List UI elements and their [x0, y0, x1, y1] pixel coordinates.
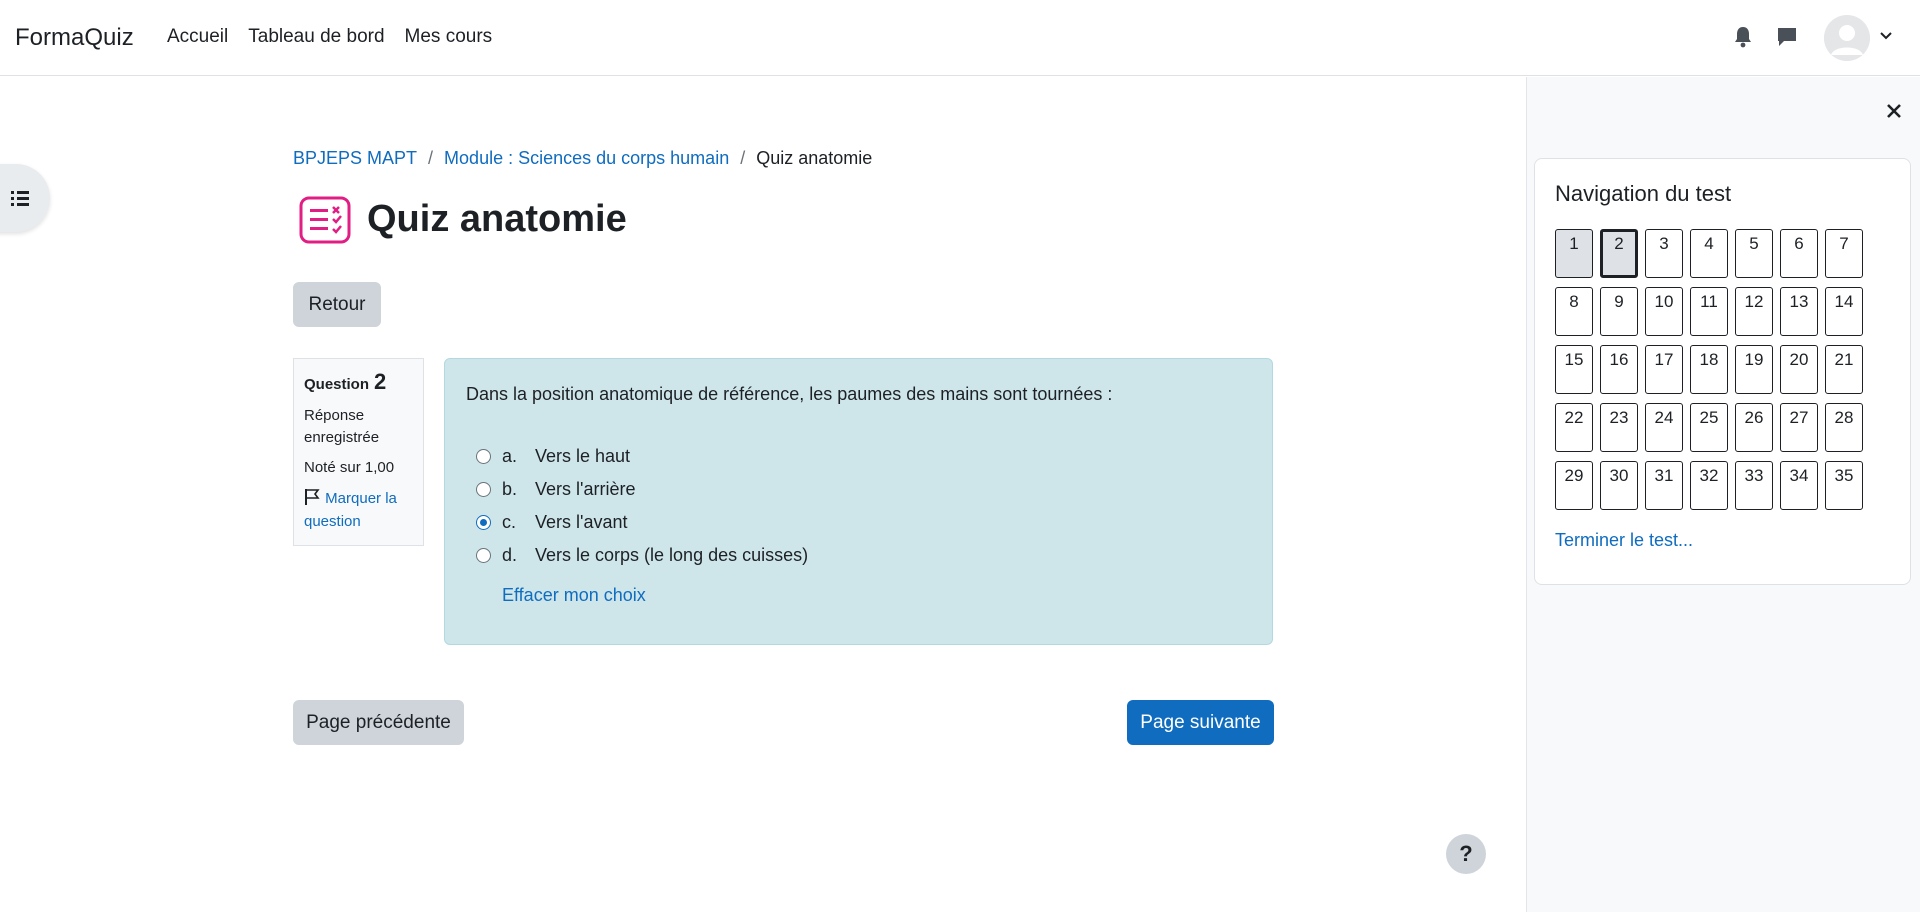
flag-question-link[interactable]: Marquer la question: [304, 487, 413, 533]
answer-option-b[interactable]: b. Vers l'arrière: [476, 479, 635, 500]
quiz-nav-button-27[interactable]: 27: [1780, 403, 1818, 452]
question-grade: Noté sur 1,00: [304, 459, 395, 476]
clear-choice-link[interactable]: Effacer mon choix: [502, 585, 646, 606]
answer-radio-c[interactable]: [476, 515, 491, 530]
quiz-nav-button-32[interactable]: 32: [1690, 461, 1728, 510]
quiz-nav-button-2[interactable]: 2: [1600, 229, 1638, 278]
answer-option-d[interactable]: d. Vers le corps (le long des cuisses): [476, 545, 808, 566]
quiz-navigation-block: Navigation du test 1 2 3 4 5 6 7 8 9 10 11 12 13 14 15…: [1534, 158, 1911, 585]
quiz-nav-button-18[interactable]: 18: [1690, 345, 1728, 394]
question-label: Question: [304, 376, 370, 393]
quiz-nav-button-35[interactable]: 35: [1825, 461, 1863, 510]
answer-letter: c.: [502, 512, 517, 532]
quiz-nav-button-17[interactable]: 17: [1645, 345, 1683, 394]
quiz-nav-button-10[interactable]: 10: [1645, 287, 1683, 336]
top-navbar: FormaQuiz Accueil Tableau de bord Mes co…: [0, 0, 1920, 76]
flag-icon: [305, 489, 320, 505]
list-icon: [11, 191, 29, 206]
breadcrumb-current: Quiz anatomie: [756, 148, 873, 168]
quiz-navigation-title: Navigation du test: [1555, 181, 1732, 206]
quiz-nav-button-11[interactable]: 11: [1690, 287, 1728, 336]
quiz-nav-button-5[interactable]: 5: [1735, 229, 1773, 278]
site-brand[interactable]: FormaQuiz: [15, 24, 134, 52]
quiz-nav-button-3[interactable]: 3: [1645, 229, 1683, 278]
chat-icon[interactable]: [1776, 26, 1798, 48]
nav-link-mes-cours[interactable]: Mes cours: [405, 26, 493, 48]
quiz-nav-button-30[interactable]: 30: [1600, 461, 1638, 510]
course-index-toggle[interactable]: [0, 164, 50, 232]
answer-radio-d[interactable]: [476, 548, 491, 563]
quiz-nav-button-8[interactable]: 8: [1555, 287, 1593, 336]
page-title: Quiz anatomie: [367, 198, 627, 240]
quiz-nav-button-28[interactable]: 28: [1825, 403, 1863, 452]
quiz-nav-button-24[interactable]: 24: [1645, 403, 1683, 452]
answer-letter: b.: [502, 479, 518, 499]
quiz-navigation-grid: 1 2 3 4 5 6 7 8 9 10 11 12 13 14 15 16 17 18 19 20 21 22 23 24 2…: [1555, 229, 1863, 510]
quiz-nav-button-26[interactable]: 26: [1735, 403, 1773, 452]
quiz-nav-button-34[interactable]: 34: [1780, 461, 1818, 510]
avatar[interactable]: [1824, 15, 1870, 61]
answer-text: Vers l'arrière: [535, 479, 636, 499]
answer-letter: d.: [502, 545, 518, 565]
breadcrumb-bpjeps[interactable]: BPJEPS MAPT: [293, 148, 417, 169]
nav-link-accueil[interactable]: Accueil: [167, 26, 228, 48]
quiz-icon: [299, 196, 351, 244]
answer-radio-a[interactable]: [476, 449, 491, 464]
chevron-down-icon[interactable]: [1879, 31, 1893, 41]
quiz-nav-button-19[interactable]: 19: [1735, 345, 1773, 394]
quiz-nav-button-22[interactable]: 22: [1555, 403, 1593, 452]
quiz-nav-button-15[interactable]: 15: [1555, 345, 1593, 394]
quiz-nav-button-1[interactable]: 1: [1555, 229, 1593, 278]
quiz-nav-button-25[interactable]: 25: [1690, 403, 1728, 452]
quiz-nav-button-29[interactable]: 29: [1555, 461, 1593, 510]
quiz-nav-button-31[interactable]: 31: [1645, 461, 1683, 510]
quiz-nav-button-14[interactable]: 14: [1825, 287, 1863, 336]
quiz-nav-button-4[interactable]: 4: [1690, 229, 1728, 278]
quiz-nav-button-12[interactable]: 12: [1735, 287, 1773, 336]
nav-link-tableau-de-bord[interactable]: Tableau de bord: [248, 26, 384, 48]
back-button[interactable]: Retour: [293, 282, 381, 327]
answer-letter: a.: [502, 446, 518, 466]
breadcrumb-separator: /: [428, 148, 434, 168]
previous-page-button[interactable]: Page précédente: [293, 700, 464, 745]
quiz-nav-button-9[interactable]: 9: [1600, 287, 1638, 336]
quiz-nav-button-7[interactable]: 7: [1825, 229, 1863, 278]
question-number: 2: [374, 369, 387, 394]
breadcrumb-module[interactable]: Module : Sciences du corps humain: [444, 148, 729, 169]
quiz-nav-button-33[interactable]: 33: [1735, 461, 1773, 510]
breadcrumb: BPJEPS MAPT / Module : Sciences du corps…: [293, 148, 872, 169]
question-content: Dans la position anatomique de référence…: [444, 358, 1273, 645]
answer-text: Vers le corps (le long des cuisses): [535, 545, 809, 565]
bell-icon[interactable]: [1733, 26, 1753, 48]
answer-option-c[interactable]: c. Vers l'avant: [476, 512, 628, 533]
quiz-nav-button-16[interactable]: 16: [1600, 345, 1638, 394]
next-page-button[interactable]: Page suivante: [1127, 700, 1274, 745]
answer-text: Vers l'avant: [535, 512, 628, 532]
question-number-row: Question 2: [304, 369, 413, 395]
answer-text: Vers le haut: [535, 446, 631, 466]
answer-radio-b[interactable]: [476, 482, 491, 497]
quiz-nav-button-20[interactable]: 20: [1780, 345, 1818, 394]
question-info: Question 2 Réponse enregistrée Noté sur …: [293, 358, 424, 546]
quiz-nav-button-21[interactable]: 21: [1825, 345, 1863, 394]
primary-navigation: Accueil Tableau de bord Mes cours: [167, 26, 512, 48]
quiz-nav-button-13[interactable]: 13: [1780, 287, 1818, 336]
close-icon[interactable]: [1884, 101, 1904, 121]
quiz-nav-button-6[interactable]: 6: [1780, 229, 1818, 278]
quiz-nav-button-23[interactable]: 23: [1600, 403, 1638, 452]
question-text: Dans la position anatomique de référence…: [466, 384, 1113, 404]
answer-option-a[interactable]: a. Vers le haut: [476, 446, 630, 467]
question-state: Réponse enregistrée: [304, 407, 380, 446]
breadcrumb-separator: /: [740, 148, 746, 168]
help-button[interactable]: ?: [1446, 834, 1486, 874]
finish-attempt-link[interactable]: Terminer le test...: [1555, 530, 1693, 551]
